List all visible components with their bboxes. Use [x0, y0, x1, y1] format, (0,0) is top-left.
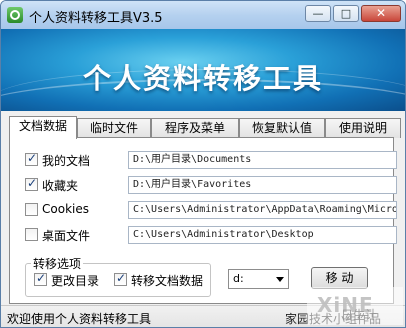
tab-programs-menu[interactable]: 程序及菜单 [151, 118, 239, 138]
my-documents-path-field[interactable]: D:\用户目录\Documents [128, 151, 397, 169]
drive-select-value: d: [233, 272, 244, 285]
tab-help[interactable]: 使用说明 [325, 118, 401, 138]
desktop-checkbox[interactable] [25, 228, 38, 241]
tab-document-data[interactable]: 文档数据 [9, 116, 77, 139]
banner-title: 个人资料转移工具 [82, 62, 323, 95]
transfer-docs-checkbox[interactable] [114, 271, 127, 286]
minimize-icon: — [312, 7, 324, 20]
banner: 个人资料转移工具 [1, 29, 405, 111]
transfer-options-legend: 转移选项 [31, 255, 84, 272]
watermark-sub: 日生计 [341, 308, 378, 322]
close-button[interactable]: ✕ [361, 5, 401, 22]
drive-select[interactable]: d: [228, 269, 289, 289]
maximize-button[interactable]: □ [333, 5, 359, 22]
cookies-path-field[interactable]: C:\Users\Administrator\AppData\Roaming\M… [128, 201, 397, 219]
app-icon [7, 7, 23, 23]
status-welcome-text: 欢迎使用个人资料转移工具 [7, 312, 152, 326]
dropdown-arrow-icon [276, 277, 284, 282]
cookies-checkbox[interactable] [25, 203, 38, 216]
desktop-label: 桌面文件 [42, 229, 91, 243]
move-button[interactable]: 移 动 [311, 267, 368, 289]
favorites-label: 收藏夹 [42, 179, 79, 193]
cookies-label: Cookies [42, 202, 89, 216]
tab-temp-files[interactable]: 临时文件 [77, 118, 151, 138]
my-documents-checkbox[interactable] [25, 151, 38, 166]
my-documents-label: 我的文档 [42, 154, 91, 168]
desktop-path-field[interactable]: C:\Users\Administrator\Desktop [128, 226, 397, 244]
minimize-button[interactable]: — [305, 5, 331, 22]
tab-restore-defaults[interactable]: 恢复默认值 [239, 118, 325, 138]
favorites-path-field[interactable]: D:\用户目录\Favorites [128, 176, 397, 194]
close-icon: ✕ [375, 6, 387, 20]
title-bar[interactable]: 个人资料转移工具V3.5 — □ ✕ [1, 1, 405, 29]
change-dir-checkbox[interactable] [34, 271, 47, 286]
change-dir-label: 更改目录 [51, 274, 100, 288]
window-title: 个人资料转移工具V3.5 [29, 11, 163, 26]
maximize-icon: □ [340, 7, 352, 20]
app-window: 个人资料转移工具V3.5 — □ ✕ 个人资料转移工具 文档数据 临时文件 程序… [0, 0, 406, 328]
transfer-docs-label: 转移文档数据 [131, 274, 204, 288]
favorites-checkbox[interactable] [25, 176, 38, 191]
